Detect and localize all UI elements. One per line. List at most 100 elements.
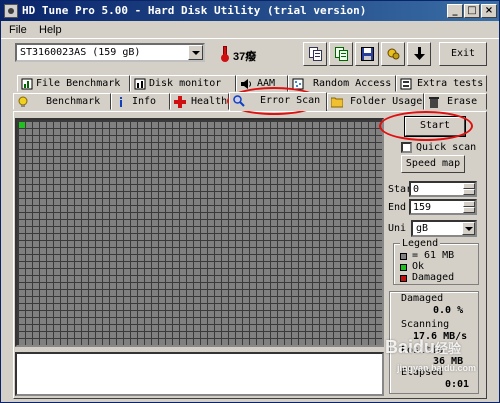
scan-block [278,150,284,156]
start-position-input[interactable]: 0 [409,181,477,197]
scan-block [362,206,368,212]
scan-block [117,227,123,233]
start-button[interactable]: Start [404,116,466,137]
scan-block [145,318,151,324]
scan-block [208,318,214,324]
scan-block [61,136,67,142]
scan-block [194,164,200,170]
quick-scan-checkbox[interactable] [401,142,412,153]
scan-block [271,220,277,226]
tab-file-benchmark[interactable]: File Benchmark [17,75,130,92]
maximize-button[interactable]: □ [464,4,480,18]
scan-block [194,276,200,282]
scan-block [320,192,326,198]
scan-block [355,178,361,184]
tab-aam[interactable]: AAM [236,75,288,92]
scan-block [138,206,144,212]
scan-block [145,122,151,128]
unit-select[interactable]: gB [411,220,477,237]
scan-block [222,255,228,261]
scan-block [250,178,256,184]
scan-block [131,199,137,205]
scan-block [145,129,151,135]
scan-block [138,199,144,205]
tab-health[interactable]: Health [170,93,229,110]
scan-block [61,122,67,128]
scan-block [26,311,32,317]
minimize-button[interactable]: _ [447,4,463,18]
scan-block [40,311,46,317]
speed-map-button[interactable]: Speed map [401,155,465,173]
options-button[interactable] [381,42,405,66]
scan-block [194,171,200,177]
exit-button[interactable]: Exit [439,42,487,66]
scan-block [215,332,221,338]
copy-all-button[interactable] [329,42,353,66]
scan-block [47,234,53,240]
scan-block [278,178,284,184]
scan-block [54,171,60,177]
scan-block [166,192,172,198]
scan-block [376,283,382,289]
scan-block [327,150,333,156]
scan-block [369,213,375,219]
title-bar[interactable]: HD Tune Pro 5.00 - Hard Disk Utility (tr… [1,1,499,21]
tab-disk-monitor[interactable]: Disk monitor [130,75,236,92]
close-button[interactable]: × [481,4,497,18]
scan-block [327,262,333,268]
scan-block [243,262,249,268]
scan-block [341,129,347,135]
tab-error-scan[interactable]: Error Scan [229,92,327,111]
scan-block [201,143,207,149]
copy-button[interactable] [303,42,327,66]
scan-block [362,283,368,289]
scan-block [264,136,270,142]
scan-block [306,220,312,226]
scan-block [208,269,214,275]
scan-block [306,283,312,289]
scan-block [145,143,151,149]
scan-block [257,157,263,163]
scan-block [26,157,32,163]
scan-block [299,262,305,268]
chevron-down-icon[interactable] [462,222,475,235]
chevron-down-icon[interactable] [188,45,203,60]
scan-block [82,290,88,296]
scan-block [131,157,137,163]
ok-swatch [400,264,407,271]
drive-select[interactable]: ST3160023AS (159 gB) [15,43,205,62]
scan-block [278,185,284,191]
scan-block [68,255,74,261]
tab-folder-usage[interactable]: Folder Usage [327,93,424,110]
scan-block [306,262,312,268]
scan-block [243,311,249,317]
scan-block [124,290,130,296]
scan-block [33,227,39,233]
scan-block [229,199,235,205]
end-position-input[interactable]: 159 [409,199,477,215]
menu-file[interactable]: File [9,24,27,36]
tab-extra-tests[interactable]: Extra tests [396,75,487,92]
scan-block [264,220,270,226]
spinner-arrows-icon[interactable] [463,183,475,195]
scan-block [264,290,270,296]
tab-random-access[interactable]: Random Access [288,75,396,92]
menu-help[interactable]: Help [39,24,62,36]
tab-erase[interactable]: Erase [424,93,487,110]
scan-block [103,241,109,247]
tab-benchmark[interactable]: Benchmark [13,93,111,110]
scan-block [33,122,39,128]
spinner-arrows-icon[interactable] [463,201,475,213]
scan-block [369,283,375,289]
scan-block [138,255,144,261]
scan-block [306,269,312,275]
scan-block [173,297,179,303]
save-button[interactable] [355,42,379,66]
tab-info[interactable]: Info [111,93,170,110]
download-button[interactable] [407,42,431,66]
scan-block [103,143,109,149]
scan-block [271,290,277,296]
scan-block [299,290,305,296]
scan-block [47,304,53,310]
scan-block [306,192,312,198]
